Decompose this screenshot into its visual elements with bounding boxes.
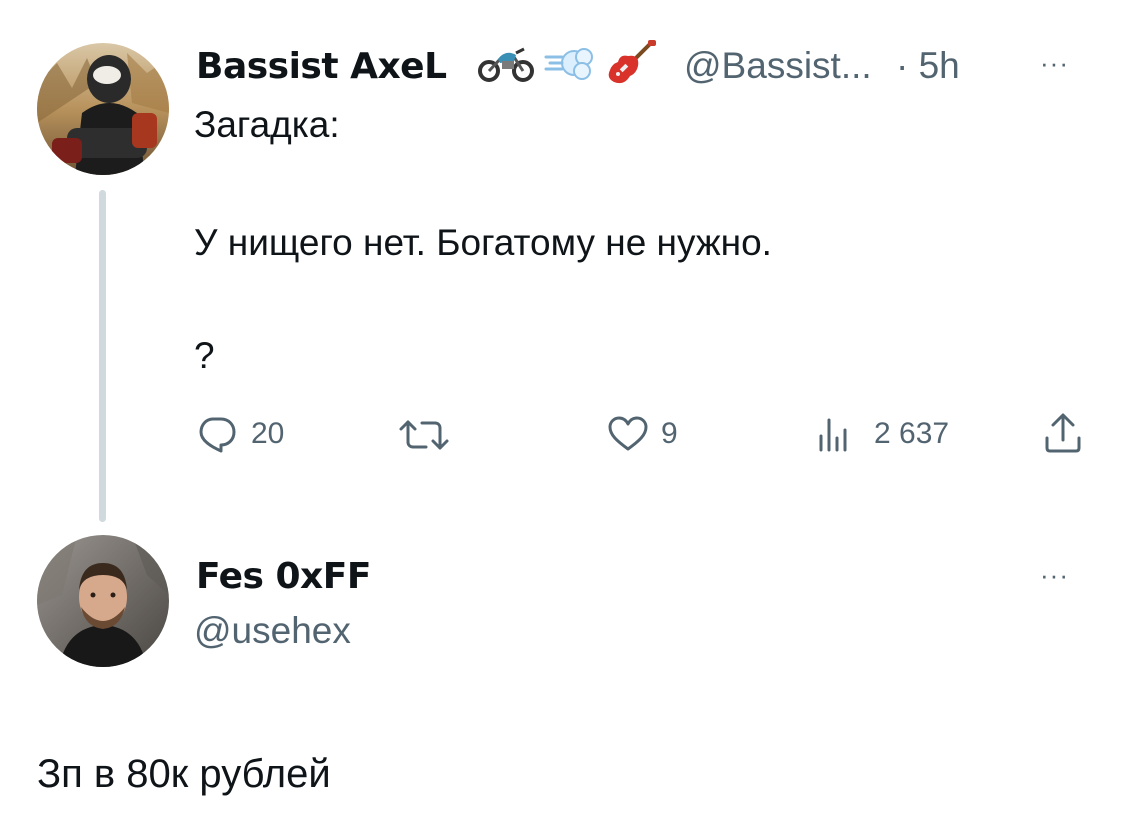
tweet-text-line-3: ? — [194, 335, 215, 376]
reply-more-options-button[interactable]: ··· — [1040, 560, 1069, 591]
reply-button[interactable]: 20 — [197, 415, 284, 453]
share-button[interactable] — [1043, 412, 1083, 454]
bar-chart-icon — [819, 418, 847, 452]
reply-author-handle[interactable]: @usehex — [194, 610, 351, 652]
reply-count: 20 — [251, 417, 285, 450]
author-emojis — [478, 40, 658, 86]
author-name[interactable]: Bassist AxeL — [196, 46, 447, 87]
author-handle[interactable]: @Bassist... — [684, 45, 872, 87]
author-avatar[interactable] — [37, 43, 169, 175]
reply-text: Зп в 80к рублей — [37, 752, 331, 796]
tweet-text-line-2: У нищего нет. Богатому не нужно. — [194, 222, 772, 263]
guitar-icon — [608, 40, 656, 84]
retweet-button[interactable] — [398, 418, 464, 452]
reply-icon — [199, 417, 236, 453]
thread-connector-line — [99, 190, 106, 522]
views-button[interactable]: 2 637 — [818, 416, 949, 452]
tweet-timestamp[interactable]: · 5h — [896, 45, 960, 87]
motorcycle-icon — [478, 47, 534, 82]
retweet-icon — [399, 420, 449, 450]
like-count: 9 — [661, 417, 678, 450]
like-button[interactable]: 9 — [607, 416, 678, 452]
heart-icon — [608, 416, 648, 451]
view-count: 2 637 — [874, 417, 950, 450]
reply-author-name[interactable]: Fes 0xFF — [196, 556, 371, 597]
tweet-text-line-1: Загадка: — [194, 104, 340, 145]
dash-icon — [544, 48, 593, 80]
share-icon — [1045, 413, 1081, 453]
reply-author-avatar[interactable] — [37, 535, 169, 667]
more-options-button[interactable]: ··· — [1040, 48, 1069, 79]
